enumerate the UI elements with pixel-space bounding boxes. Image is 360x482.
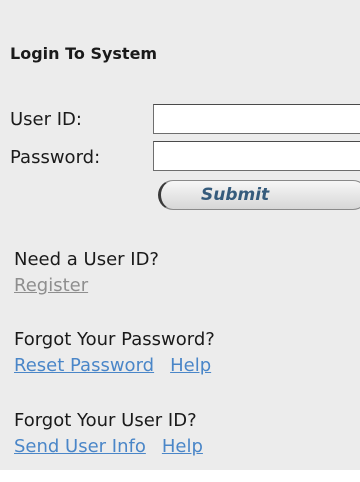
password-label: Password:: [10, 147, 101, 168]
login-title: Login To System: [10, 44, 158, 63]
submit-button[interactable]: Submit: [158, 180, 360, 210]
send-user-info-link[interactable]: Send User Info: [14, 436, 146, 457]
password-help-link[interactable]: Help: [170, 355, 211, 376]
password-links: Reset Password Help: [14, 355, 211, 377]
register-link[interactable]: Register: [14, 275, 88, 296]
password-input[interactable]: [153, 141, 360, 171]
user-id-label: User ID:: [10, 109, 82, 130]
userid-help-link[interactable]: Help: [162, 436, 203, 457]
login-panel: Login To System User ID: Password: Submi…: [0, 0, 360, 470]
register-question: Need a User ID?: [14, 249, 159, 270]
forgot-userid-question: Forgot Your User ID?: [14, 410, 197, 431]
userid-links: Send User Info Help: [14, 436, 203, 458]
user-id-input[interactable]: [153, 104, 360, 134]
forgot-password-question: Forgot Your Password?: [14, 329, 215, 350]
reset-password-link[interactable]: Reset Password: [14, 355, 154, 376]
register-links: Register: [14, 275, 88, 297]
